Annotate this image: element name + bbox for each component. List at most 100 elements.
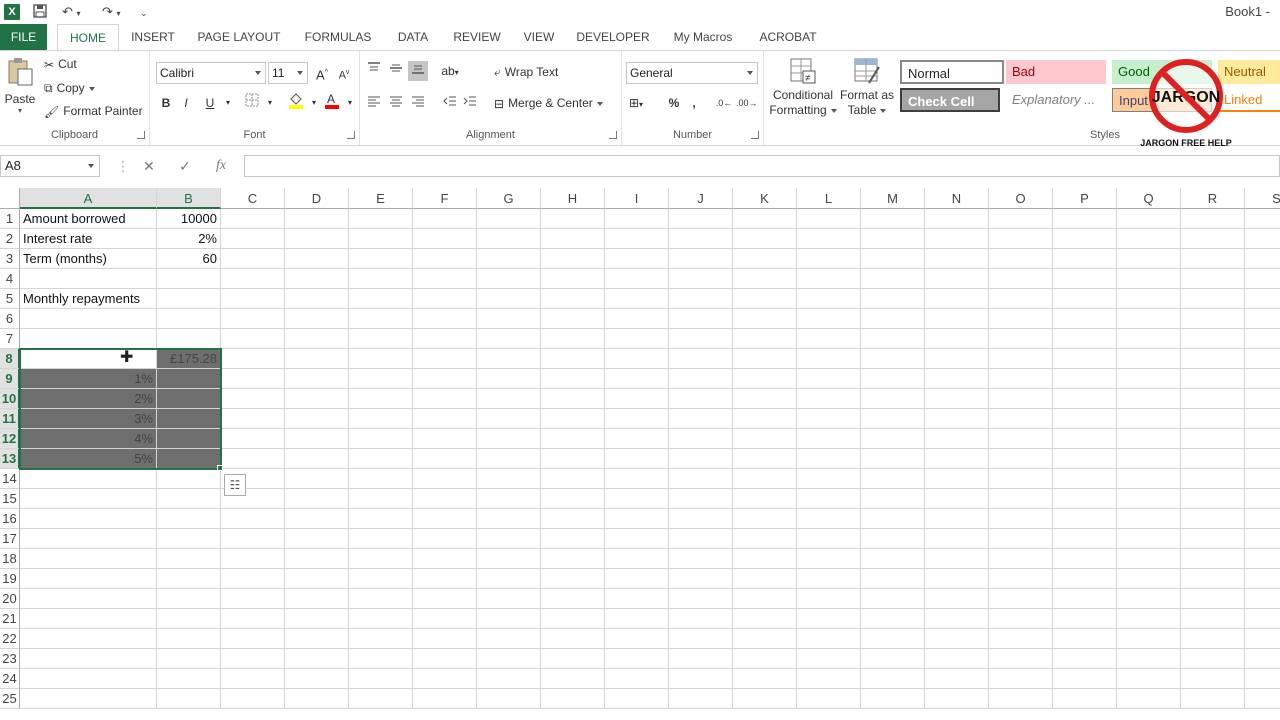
cell-s4[interactable]	[1245, 269, 1280, 289]
column-header-p[interactable]: P	[1053, 188, 1117, 209]
cell-a21[interactable]	[20, 609, 157, 629]
cell-j19[interactable]	[669, 569, 733, 589]
cell-c23[interactable]	[221, 649, 285, 669]
cell-j2[interactable]	[669, 229, 733, 249]
cell-s17[interactable]	[1245, 529, 1280, 549]
cell-s6[interactable]	[1245, 309, 1280, 329]
cell-n24[interactable]	[925, 669, 989, 689]
cell-n18[interactable]	[925, 549, 989, 569]
cell-p21[interactable]	[1053, 609, 1117, 629]
style-bad[interactable]: Bad	[1006, 60, 1106, 84]
cell-j9[interactable]	[669, 369, 733, 389]
cell-s5[interactable]	[1245, 289, 1280, 309]
cell-p23[interactable]	[1053, 649, 1117, 669]
cell-e20[interactable]	[349, 589, 413, 609]
cell-p25[interactable]	[1053, 689, 1117, 709]
tab-review[interactable]: REVIEW	[448, 24, 506, 50]
cell-r23[interactable]	[1181, 649, 1245, 669]
cell-q24[interactable]	[1117, 669, 1181, 689]
cell-e6[interactable]	[349, 309, 413, 329]
cell-o19[interactable]	[989, 569, 1053, 589]
cell-m15[interactable]	[861, 489, 925, 509]
cell-b24[interactable]	[157, 669, 221, 689]
cell-r4[interactable]	[1181, 269, 1245, 289]
cell-c13[interactable]	[221, 449, 285, 469]
cell-e3[interactable]	[349, 249, 413, 269]
decrease-decimal-icon[interactable]: .00→	[736, 93, 758, 113]
cell-e16[interactable]	[349, 509, 413, 529]
cell-f5[interactable]	[413, 289, 477, 309]
row-header-24[interactable]: 24	[0, 669, 20, 689]
cell-q23[interactable]	[1117, 649, 1181, 669]
cell-g1[interactable]	[477, 209, 541, 229]
cell-k8[interactable]	[733, 349, 797, 369]
cell-j23[interactable]	[669, 649, 733, 669]
cell-p22[interactable]	[1053, 629, 1117, 649]
cell-r13[interactable]	[1181, 449, 1245, 469]
cell-c21[interactable]	[221, 609, 285, 629]
cell-r12[interactable]	[1181, 429, 1245, 449]
cell-i13[interactable]	[605, 449, 669, 469]
cell-f24[interactable]	[413, 669, 477, 689]
cell-s11[interactable]	[1245, 409, 1280, 429]
cell-r22[interactable]	[1181, 629, 1245, 649]
cell-f3[interactable]	[413, 249, 477, 269]
cell-c1[interactable]	[221, 209, 285, 229]
cell-e4[interactable]	[349, 269, 413, 289]
cell-i11[interactable]	[605, 409, 669, 429]
row-header-6[interactable]: 6	[0, 309, 20, 329]
cell-i22[interactable]	[605, 629, 669, 649]
column-header-l[interactable]: L	[797, 188, 861, 209]
cell-k16[interactable]	[733, 509, 797, 529]
cell-o14[interactable]	[989, 469, 1053, 489]
cell-d18[interactable]	[285, 549, 349, 569]
cell-c19[interactable]	[221, 569, 285, 589]
cell-s25[interactable]	[1245, 689, 1280, 709]
cell-g4[interactable]	[477, 269, 541, 289]
cell-e11[interactable]	[349, 409, 413, 429]
cell-d4[interactable]	[285, 269, 349, 289]
cell-a9[interactable]: 1%	[20, 369, 157, 389]
cell-g3[interactable]	[477, 249, 541, 269]
cell-j6[interactable]	[669, 309, 733, 329]
cell-n9[interactable]	[925, 369, 989, 389]
cell-s2[interactable]	[1245, 229, 1280, 249]
cell-a16[interactable]	[20, 509, 157, 529]
cell-k17[interactable]	[733, 529, 797, 549]
cell-j21[interactable]	[669, 609, 733, 629]
cell-g20[interactable]	[477, 589, 541, 609]
orientation-icon[interactable]: ab▾	[440, 61, 460, 81]
cell-s21[interactable]	[1245, 609, 1280, 629]
cell-q7[interactable]	[1117, 329, 1181, 349]
cell-s3[interactable]	[1245, 249, 1280, 269]
cell-f10[interactable]	[413, 389, 477, 409]
cell-q6[interactable]	[1117, 309, 1181, 329]
cell-h3[interactable]	[541, 249, 605, 269]
cell-i8[interactable]	[605, 349, 669, 369]
cell-o10[interactable]	[989, 389, 1053, 409]
column-header-c[interactable]: C	[221, 188, 285, 209]
cell-g15[interactable]	[477, 489, 541, 509]
cell-j16[interactable]	[669, 509, 733, 529]
cell-m22[interactable]	[861, 629, 925, 649]
cell-r2[interactable]	[1181, 229, 1245, 249]
cell-m19[interactable]	[861, 569, 925, 589]
cell-f12[interactable]	[413, 429, 477, 449]
cell-b12[interactable]	[157, 429, 221, 449]
cell-o9[interactable]	[989, 369, 1053, 389]
cell-l10[interactable]	[797, 389, 861, 409]
style-explanatory[interactable]: Explanatory ...	[1006, 88, 1106, 112]
cell-b18[interactable]	[157, 549, 221, 569]
cell-f25[interactable]	[413, 689, 477, 709]
cell-q1[interactable]	[1117, 209, 1181, 229]
cell-l5[interactable]	[797, 289, 861, 309]
cell-g13[interactable]	[477, 449, 541, 469]
cell-d22[interactable]	[285, 629, 349, 649]
cell-e21[interactable]	[349, 609, 413, 629]
cell-l7[interactable]	[797, 329, 861, 349]
tab-my-macros[interactable]: My Macros	[666, 24, 740, 50]
column-header-d[interactable]: D	[285, 188, 349, 209]
cell-q13[interactable]	[1117, 449, 1181, 469]
cell-o4[interactable]	[989, 269, 1053, 289]
cell-o24[interactable]	[989, 669, 1053, 689]
